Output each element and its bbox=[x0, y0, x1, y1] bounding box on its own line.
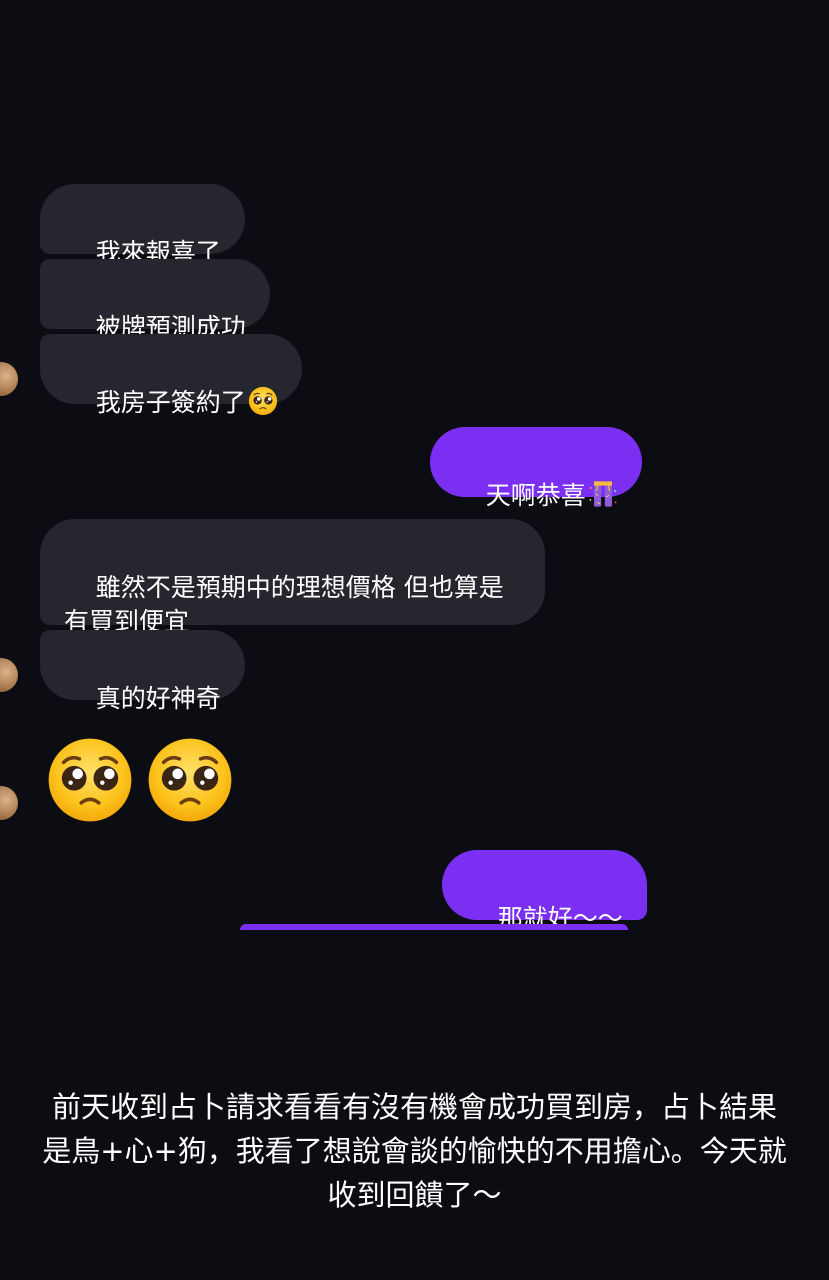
pleading-face-emoji-icon[interactable] bbox=[146, 736, 234, 824]
caption-text: 前天收到占卜請求看看有沒有機會成功買到房，占卜結果是鳥+心+狗，我看了想說會談的… bbox=[42, 1090, 787, 1212]
message-text: 雖然不是預期中的理想價格 但也算是 有買到便宜 bbox=[64, 573, 504, 636]
sender-avatar[interactable] bbox=[0, 658, 18, 692]
message-text: 天啊恭喜 bbox=[485, 481, 586, 510]
message-bubble-incoming[interactable]: 雖然不是預期中的理想價格 但也算是 有買到便宜 bbox=[40, 519, 545, 636]
chat-thread: 我來報喜了 被牌預測成功 我房子簽約了 天啊恭喜 雖然不是預期中的理想價格 但也… bbox=[0, 0, 829, 933]
message-text: 真的好神奇 bbox=[95, 684, 221, 713]
message-bubble-outgoing[interactable]: 那就好～～ bbox=[442, 850, 647, 933]
pleading-face-emoji-icon bbox=[248, 386, 278, 416]
message-bubble-incoming[interactable]: 真的好神奇 bbox=[40, 630, 245, 713]
message-text: 我房子簽約了 bbox=[95, 388, 246, 417]
message-bubble-incoming[interactable]: 我房子簽約了 bbox=[40, 334, 302, 417]
partial-outgoing-bubble bbox=[240, 924, 628, 930]
message-bubble-incoming[interactable]: 被牌預測成功 bbox=[40, 259, 270, 342]
message-bubble-incoming[interactable]: 我來報喜了 bbox=[40, 184, 245, 267]
message-bubble-outgoing[interactable]: 天啊恭喜 bbox=[430, 427, 642, 510]
pleading-face-emoji-icon[interactable] bbox=[46, 736, 134, 824]
sender-avatar[interactable] bbox=[0, 786, 18, 820]
party-popper-emoji-icon bbox=[588, 479, 618, 509]
sender-avatar[interactable] bbox=[0, 362, 18, 396]
